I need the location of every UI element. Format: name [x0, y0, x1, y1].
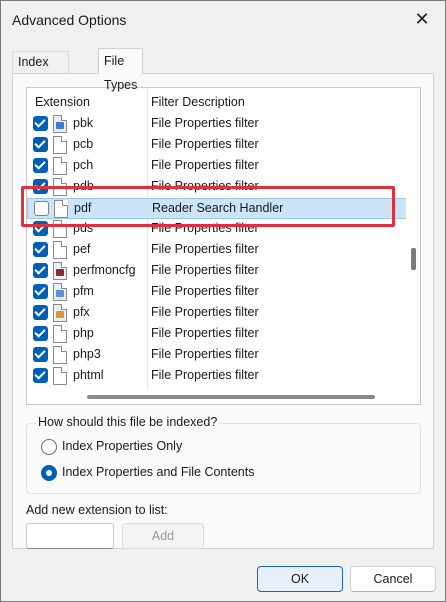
checkbox-php[interactable]: [33, 326, 48, 341]
extension-cell: pbk: [73, 116, 94, 130]
extension-cell: php: [73, 326, 94, 340]
title-bar: Advanced Options ✕: [1, 1, 445, 41]
description-cell: File Properties filter: [151, 347, 259, 361]
checkbox-pch[interactable]: [33, 158, 48, 173]
file-icon: [53, 136, 67, 154]
file-types-panel: Extension Filter Description pbk File Pro…: [12, 73, 434, 549]
tab-file-types[interactable]: File Types: [98, 48, 144, 92]
checkbox-pfm[interactable]: [33, 284, 48, 299]
add-extension-input[interactable]: [26, 523, 114, 549]
file-icon: [53, 157, 67, 175]
description-cell: File Properties filter: [151, 326, 259, 340]
certificate-icon-glyph: [56, 311, 64, 318]
font-file-icon: [53, 283, 67, 301]
extension-cell: pch: [73, 158, 94, 172]
radio-label-properties-only[interactable]: Index Properties Only: [62, 439, 182, 453]
description-cell: File Properties filter: [151, 137, 259, 151]
extension-cell: pfm: [73, 284, 94, 298]
description-cell: File Properties filter: [151, 158, 259, 172]
file-icon: [53, 325, 67, 343]
list-row-php[interactable]: php File Properties filter: [27, 324, 407, 345]
advanced-options-dialog: Advanced Options ✕ Index Settings File T…: [0, 0, 446, 602]
checkbox-perfmoncfg[interactable]: [33, 263, 48, 278]
column-header-extension[interactable]: Extension: [35, 88, 90, 116]
radio-label-properties-and-contents[interactable]: Index Properties and File Contents: [62, 465, 254, 479]
checkbox-php3[interactable]: [33, 347, 48, 362]
vertical-scroll-thumb[interactable]: [411, 248, 416, 270]
perfmon-icon: [53, 262, 67, 280]
list-row-perfmoncfg[interactable]: perfmoncfg File Properties filter: [27, 261, 407, 282]
extension-cell: perfmoncfg: [73, 263, 136, 277]
index-method-group: How should this file be indexed? Index P…: [26, 415, 421, 494]
window-title: Advanced Options: [12, 12, 127, 28]
list-row-pcb[interactable]: pcb File Properties filter: [27, 135, 407, 156]
phonebook-icon-glyph: [56, 122, 64, 129]
radio-index-properties-and-contents[interactable]: [41, 465, 57, 481]
file-icon: [53, 367, 67, 385]
extension-cell: pef: [73, 242, 91, 256]
list-row-pfm[interactable]: pfm File Properties filter: [27, 282, 407, 303]
description-cell: File Properties filter: [151, 368, 259, 382]
ok-button[interactable]: OK: [257, 566, 343, 592]
checkbox-phtml[interactable]: [33, 368, 48, 383]
extension-cell: php3: [73, 347, 101, 361]
description-cell: File Properties filter: [151, 284, 259, 298]
list-row-pfx[interactable]: pfx File Properties filter: [27, 303, 407, 324]
index-method-title: How should this file be indexed?: [36, 415, 220, 429]
add-extension-label: Add new extension to list:: [26, 503, 168, 517]
horizontal-scroll-thumb[interactable]: [87, 395, 375, 399]
extension-cell: pfx: [73, 305, 90, 319]
extension-cell: pcb: [73, 137, 94, 151]
extension-cell: phtml: [73, 368, 104, 382]
horizontal-scrollbar[interactable]: [27, 390, 420, 404]
file-icon: [53, 241, 67, 259]
font-file-icon-glyph: [56, 290, 64, 297]
checkbox-pbk[interactable]: [33, 116, 48, 131]
radio-index-properties-only[interactable]: [41, 439, 57, 455]
checkbox-pef[interactable]: [33, 242, 48, 257]
list-row-pef[interactable]: pef File Properties filter: [27, 240, 407, 261]
cancel-button[interactable]: Cancel: [350, 566, 436, 592]
phonebook-icon: [53, 115, 67, 133]
list-row-pbk[interactable]: pbk File Properties filter: [27, 114, 407, 135]
description-cell: File Properties filter: [151, 242, 259, 256]
tab-index-settings[interactable]: Index Settings: [12, 51, 70, 89]
checkbox-pfx[interactable]: [33, 305, 48, 320]
list-row-pch[interactable]: pch File Properties filter: [27, 156, 407, 177]
description-cell: File Properties filter: [151, 263, 259, 277]
perfmon-icon-glyph: [56, 269, 64, 276]
certificate-icon: [53, 304, 67, 322]
description-cell: File Properties filter: [151, 305, 259, 319]
description-cell: File Properties filter: [151, 116, 259, 130]
vertical-scrollbar[interactable]: [406, 88, 420, 390]
add-button[interactable]: Add: [122, 523, 204, 549]
checkbox-pcb[interactable]: [33, 137, 48, 152]
list-row-php3[interactable]: php3 File Properties filter: [27, 345, 407, 366]
column-header-description[interactable]: Filter Description: [151, 88, 245, 116]
highlight-box: [21, 186, 395, 227]
extension-list[interactable]: Extension Filter Description pbk File Pro…: [26, 87, 421, 405]
list-row-phtml[interactable]: phtml File Properties filter: [27, 366, 407, 387]
file-icon: [53, 346, 67, 364]
close-icon[interactable]: ✕: [411, 9, 433, 31]
